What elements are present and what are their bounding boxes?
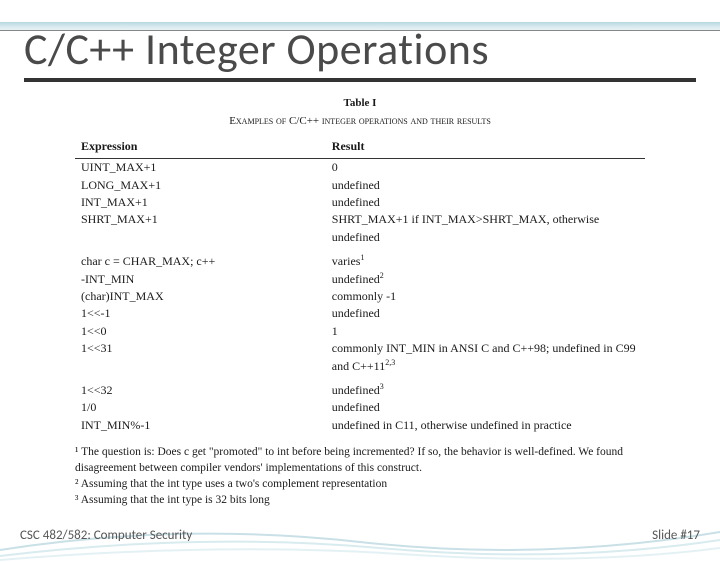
result-cell: commonly INT_MIN in ANSI C and C++98; un… [326, 340, 645, 375]
expr-cell: 1<<31 [75, 340, 326, 375]
table-row: -INT_MINundefined2 [75, 271, 645, 288]
result-cell: commonly -1 [326, 288, 645, 305]
result-cell: undefined [326, 399, 645, 416]
col-result: Result [326, 136, 645, 159]
expr-cell: INT_MAX+1 [75, 194, 326, 211]
slide-top-border [0, 22, 720, 30]
table-row: INT_MIN%-1undefined in C11, otherwise un… [75, 417, 645, 434]
table-row: UINT_MAX+10 [75, 159, 645, 177]
expr-cell: 1<<-1 [75, 305, 326, 322]
title-underline [24, 78, 696, 82]
result-cell: undefined [326, 177, 645, 194]
footer-course: CSC 482/582: Computer Security [20, 528, 192, 543]
table-row: 1<<32undefined3 [75, 382, 645, 399]
result-cell: undefined in C11, otherwise undefined in… [326, 417, 645, 434]
expr-cell: LONG_MAX+1 [75, 177, 326, 194]
table-row: 1/0undefined [75, 399, 645, 416]
result-cell: undefined [326, 194, 645, 211]
expr-cell: SHRT_MAX+1 [75, 211, 326, 246]
expr-cell: 1<<32 [75, 382, 326, 399]
table-row: INT_MAX+1undefined [75, 194, 645, 211]
slide-top-line [0, 30, 720, 31]
expr-cell: -INT_MIN [75, 271, 326, 288]
result-cell: undefined2 [326, 271, 645, 288]
result-cell: 0 [326, 159, 645, 177]
result-cell: undefined [326, 305, 645, 322]
table-row: 1<<-1undefined [75, 305, 645, 322]
result-cell: SHRT_MAX+1 if INT_MAX>SHRT_MAX, otherwis… [326, 211, 645, 246]
table-container: Table I Examples of C/C++ integer operat… [75, 96, 645, 509]
table-row: (char)INT_MAXcommonly -1 [75, 288, 645, 305]
table-row: char c = CHAR_MAX; c++varies1 [75, 253, 645, 270]
result-cell: 1 [326, 323, 645, 340]
footnote-3: ³ Assuming that the int type is 32 bits … [75, 492, 645, 508]
table-subcaption: Examples of C/C++ integer operations and… [75, 114, 645, 130]
col-expression: Expression [75, 136, 326, 159]
table-row [75, 375, 645, 382]
footnote-1: ¹ The question is: Does c get "promoted"… [75, 444, 645, 476]
table-row: 1<<31commonly INT_MIN in ANSI C and C++9… [75, 340, 645, 375]
operations-table: Expression Result UINT_MAX+10LONG_MAX+1u… [75, 136, 645, 434]
footnote-2: ² Assuming that the int type uses a two'… [75, 476, 645, 492]
table-row: LONG_MAX+1undefined [75, 177, 645, 194]
expr-cell: (char)INT_MAX [75, 288, 326, 305]
expr-cell: 1<<0 [75, 323, 326, 340]
expr-cell: UINT_MAX+1 [75, 159, 326, 177]
expr-cell: 1/0 [75, 399, 326, 416]
slide-footer: CSC 482/582: Computer Security Slide #17 [0, 520, 720, 554]
footnotes: ¹ The question is: Does c get "promoted"… [75, 444, 645, 508]
result-cell: varies1 [326, 253, 645, 270]
table-row: SHRT_MAX+1SHRT_MAX+1 if INT_MAX>SHRT_MAX… [75, 211, 645, 246]
table-caption: Table I [75, 96, 645, 112]
expr-cell: char c = CHAR_MAX; c++ [75, 253, 326, 270]
table-row [75, 246, 645, 253]
footer-slide-number: Slide #17 [652, 528, 700, 543]
expr-cell: INT_MIN%-1 [75, 417, 326, 434]
result-cell: undefined3 [326, 382, 645, 399]
table-row: 1<<01 [75, 323, 645, 340]
